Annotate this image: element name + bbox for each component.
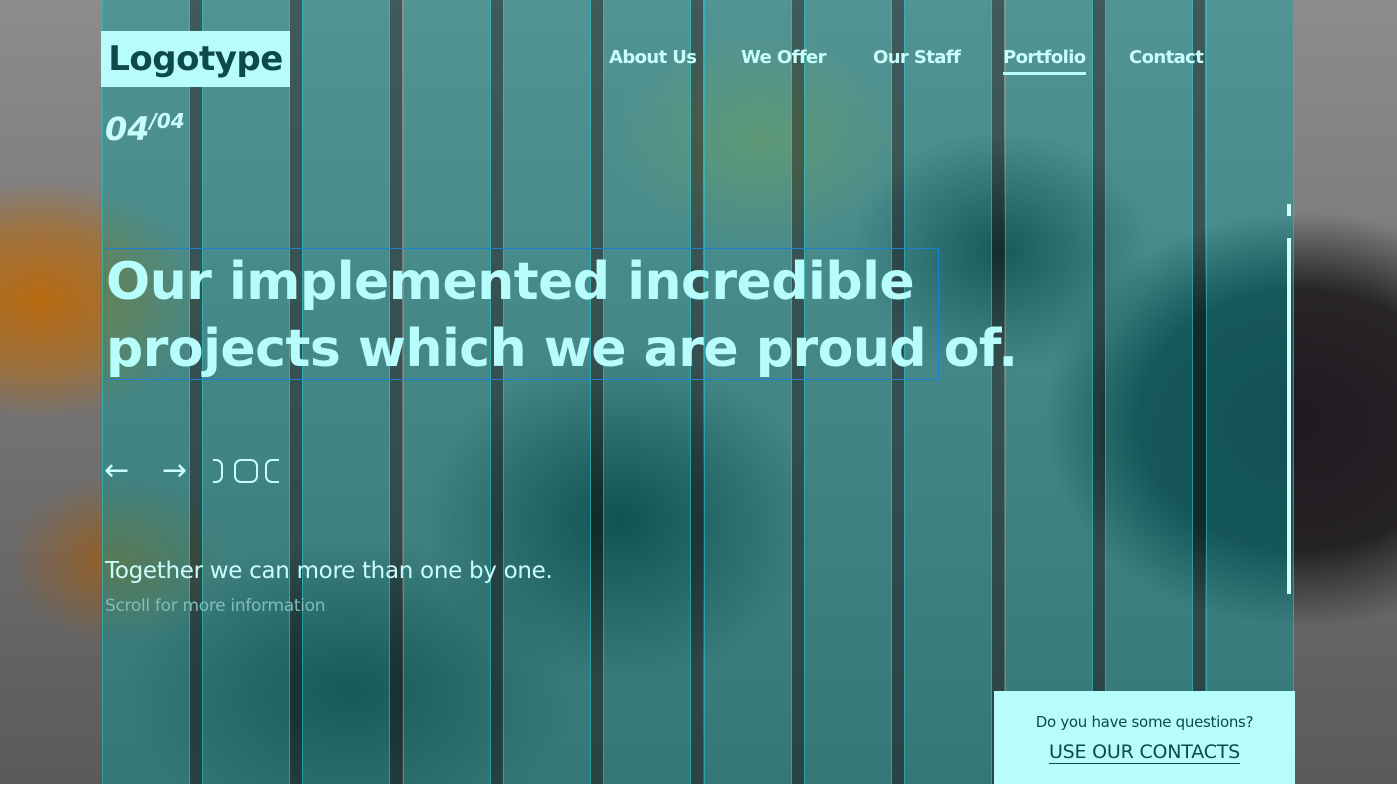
logo[interactable]: Logotype [101, 31, 290, 87]
grid-gutter [390, 0, 402, 784]
grid-column [804, 0, 892, 784]
grid-gutter [190, 0, 202, 784]
scroll-indicator[interactable] [1287, 204, 1291, 594]
grid-column [302, 0, 390, 784]
slide-counter-total: /04 [149, 109, 185, 133]
arrow-right-icon[interactable]: → [162, 456, 187, 486]
grid-column [403, 0, 491, 784]
grid-column [603, 0, 691, 784]
hero-tagline: Together we can more than one by one. [105, 558, 553, 584]
layout-grid-overlay [102, 0, 1295, 784]
grid-column [503, 0, 591, 784]
nav-item-we-offer[interactable]: We Offer [741, 47, 827, 72]
contact-box: Do you have some questions? USE OUR CONT… [994, 691, 1295, 786]
grid-column [1206, 0, 1294, 784]
grid-gutter [792, 0, 804, 784]
hero-headline-line-1: Our implemented incredible [106, 252, 915, 312]
hero-headline-line-2: projects which we are proud of. [106, 319, 1018, 379]
slide-counter-current: 04 [105, 110, 150, 148]
grid-column [1105, 0, 1193, 784]
scroll-indicator-track[interactable] [1287, 238, 1291, 594]
grid-gutter [491, 0, 503, 784]
contacts-link[interactable]: USE OUR CONTACTS [1048, 741, 1240, 764]
grid-gutter [892, 0, 904, 784]
scroll-hint: Scroll for more information [105, 596, 326, 616]
grid-gutter [992, 0, 1004, 784]
grid-gutter [1093, 0, 1105, 784]
arrow-left-icon[interactable]: ← [104, 456, 129, 486]
logo-text: Logotype [108, 39, 283, 79]
grid-gutter [691, 0, 703, 784]
contact-question: Do you have some questions? [1035, 713, 1254, 731]
nav-item-our-staff[interactable]: Our Staff [873, 47, 961, 72]
grid-column [202, 0, 290, 784]
grid-column [704, 0, 792, 784]
slide-dot[interactable] [213, 459, 223, 483]
slide-dots-icon[interactable] [213, 459, 279, 485]
slide-counter: 04/04 [105, 109, 185, 148]
nav-item-about-us[interactable]: About Us [609, 47, 697, 72]
grid-gutter [1193, 0, 1205, 784]
hero-headline: Our implemented incredible projects whic… [105, 248, 1018, 380]
scroll-indicator-thumb[interactable] [1287, 204, 1291, 216]
slide-dot[interactable] [265, 459, 279, 483]
grid-column [1005, 0, 1093, 784]
grid-column [904, 0, 992, 784]
grid-gutter [290, 0, 302, 784]
nav-item-contact[interactable]: Contact [1129, 47, 1204, 72]
slide-dot[interactable] [234, 459, 258, 483]
grid-gutter [591, 0, 603, 784]
nav-item-portfolio[interactable]: Portfolio [1003, 47, 1086, 75]
